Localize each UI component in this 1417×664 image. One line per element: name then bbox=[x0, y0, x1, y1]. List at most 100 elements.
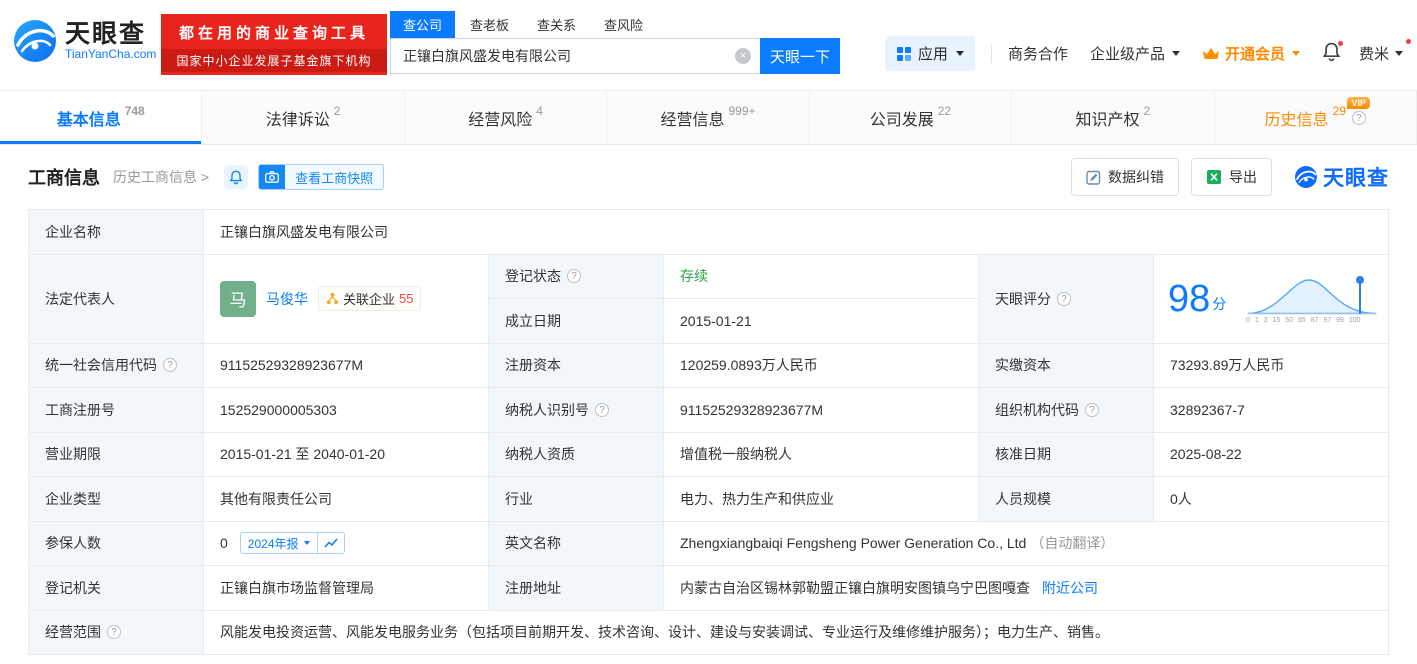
value-paid-in-capital: 73293.89万人民币 bbox=[1154, 343, 1389, 388]
tab-operating-info[interactable]: 经营信息 999+ bbox=[607, 91, 810, 144]
search-tabs: 查公司 查老板 查关系 查风险 bbox=[390, 11, 840, 38]
status-badge: 存续 bbox=[680, 268, 708, 285]
nearby-companies-link[interactable]: 附近公司 bbox=[1042, 578, 1098, 598]
chevron-down-icon bbox=[955, 51, 964, 56]
score-curve-icon bbox=[1247, 275, 1377, 314]
user-menu[interactable]: 费米 bbox=[1358, 38, 1412, 64]
subscribe-bell[interactable] bbox=[224, 165, 249, 189]
insured-number: 0 bbox=[220, 535, 228, 552]
value-business-term: 2015-01-21 至 2040-01-20 bbox=[204, 432, 489, 477]
label-business-term: 营业期限 bbox=[29, 432, 204, 477]
tianyancha-logo-icon bbox=[1295, 166, 1317, 188]
legal-rep-name-link[interactable]: 马俊华 bbox=[266, 289, 308, 309]
tab-count: 999+ bbox=[728, 103, 756, 118]
label-organization-code: 组织机构代码 bbox=[979, 388, 1154, 433]
annual-report-link[interactable]: 2024年报 bbox=[241, 535, 317, 552]
value-registered-address: 内蒙古自治区锡林郭勒盟正镶白旗明安图镇乌宁巴图嘎查 附近公司 bbox=[664, 566, 1389, 611]
data-correction-button[interactable]: 数据纠错 bbox=[1071, 158, 1179, 196]
business-snapshot-button[interactable]: 查看工商快照 bbox=[258, 164, 385, 190]
help-icon[interactable] bbox=[567, 269, 581, 284]
value-registration-number: 152529000005303 bbox=[204, 388, 489, 433]
legal-rep-avatar[interactable]: 马 bbox=[220, 280, 256, 317]
tab-label: 知识产权 bbox=[1075, 111, 1140, 129]
open-vip-label: 开通会员 bbox=[1224, 46, 1285, 63]
search-tab-risk[interactable]: 查风险 bbox=[591, 11, 656, 38]
company-section-tabs: 基本信息 748 法律诉讼 2 经营风险 4 经营信息 999+ 公司发展 22… bbox=[0, 90, 1417, 145]
search-tab-boss[interactable]: 查老板 bbox=[457, 11, 522, 38]
clear-icon[interactable] bbox=[735, 48, 751, 64]
value-staff-size: 0人 bbox=[1154, 477, 1389, 522]
snapshot-button-label: 查看工商快照 bbox=[295, 170, 374, 186]
score-number: 98 bbox=[1168, 277, 1211, 320]
score-unit: 分 bbox=[1212, 295, 1227, 312]
english-name: Zhengxiangbaiqi Fengsheng Power Generati… bbox=[680, 535, 1027, 552]
tab-label: 基本信息 bbox=[56, 111, 121, 129]
help-icon[interactable] bbox=[1351, 110, 1366, 125]
search-area: 查公司 查老板 查关系 查风险 天眼一下 bbox=[390, 11, 840, 74]
label-english-name: 英文名称 bbox=[489, 521, 664, 566]
label-legal-representative: 法定代表人 bbox=[29, 254, 204, 344]
label-staff-size: 人员规模 bbox=[979, 477, 1154, 522]
help-icon[interactable] bbox=[1057, 291, 1071, 306]
label-registered-address: 注册地址 bbox=[489, 566, 664, 611]
tab-operating-risk[interactable]: 经营风险 4 bbox=[405, 91, 608, 144]
apps-grid-icon bbox=[896, 46, 911, 61]
chevron-down-icon bbox=[303, 541, 310, 546]
related-companies-badge[interactable]: 关联企业 55 bbox=[318, 286, 422, 311]
help-icon[interactable] bbox=[595, 402, 609, 417]
related-companies-icon bbox=[326, 292, 339, 305]
search-input[interactable] bbox=[391, 39, 760, 73]
tab-basic-info[interactable]: 基本信息 748 bbox=[0, 91, 203, 144]
search-button[interactable]: 天眼一下 bbox=[760, 38, 840, 74]
slogan-line2: 国家中小企业发展子基金旗下机构 bbox=[161, 49, 387, 72]
tab-count: 2 bbox=[1143, 103, 1151, 118]
logo-domain: TianYanCha.com bbox=[65, 47, 157, 62]
value-industry: 电力、热力生产和供应业 bbox=[664, 477, 979, 522]
label-taxpayer-id: 纳税人识别号 bbox=[489, 388, 664, 433]
tab-legal-proceedings[interactable]: 法律诉讼 2 bbox=[202, 91, 405, 144]
search-tab-relation[interactable]: 查关系 bbox=[524, 11, 589, 38]
value-company-name: 正镶白旗风盛发电有限公司 bbox=[204, 210, 1389, 255]
label-approval-date: 核准日期 bbox=[979, 432, 1154, 477]
label-credit-code: 统一社会信用代码 bbox=[29, 343, 204, 388]
apps-menu[interactable]: 应用 bbox=[884, 36, 975, 71]
tab-company-development[interactable]: 公司发展 22 bbox=[810, 91, 1013, 144]
tab-intellectual-property[interactable]: 知识产权 2 bbox=[1012, 91, 1215, 144]
nav-cooperation[interactable]: 商务合作 bbox=[1008, 43, 1068, 64]
nav-enterprise-products[interactable]: 企业级产品 bbox=[1090, 43, 1180, 64]
tab-history-info[interactable]: VIP 历史信息 29 bbox=[1215, 91, 1417, 144]
notification-bell[interactable] bbox=[1322, 39, 1344, 66]
tab-label: 历史信息 bbox=[1264, 111, 1329, 129]
label-business-scope: 经营范围 bbox=[29, 610, 204, 655]
nav-divider bbox=[990, 44, 992, 63]
export-button-label: 导出 bbox=[1229, 169, 1257, 185]
value-taxpayer-id: 91152529328923677M bbox=[664, 388, 979, 433]
tab-count: 2 bbox=[333, 103, 341, 118]
help-icon[interactable] bbox=[107, 625, 121, 640]
value-registration-authority: 正镶白旗市场监督管理局 bbox=[204, 566, 489, 611]
search-tab-company[interactable]: 查公司 bbox=[390, 11, 456, 38]
annual-report-control: 2024年报 bbox=[239, 532, 345, 555]
enterprise-products-label: 企业级产品 bbox=[1089, 46, 1165, 63]
registered-address: 内蒙古自治区锡林郭勒盟正镶白旗明安图镇乌宁巴图嘎查 bbox=[680, 579, 1030, 596]
value-business-scope: 风能发电投资运营、风能发电服务业务（包括项目前期开发、技术咨询、设计、建设与安装… bbox=[204, 610, 1389, 655]
username: 费米 bbox=[1358, 46, 1389, 63]
label-taxpayer-qualification: 纳税人资质 bbox=[489, 432, 664, 477]
nav-open-vip[interactable]: 开通会员 bbox=[1202, 43, 1300, 64]
help-icon[interactable] bbox=[1085, 402, 1099, 417]
help-icon[interactable] bbox=[163, 358, 177, 373]
export-button[interactable]: 导出 bbox=[1191, 158, 1272, 196]
top-header: 天眼查 TianYanCha.com 都在用的商业查询工具 国家中小企业发展子基… bbox=[0, 0, 1417, 90]
apps-label: 应用 bbox=[917, 46, 948, 63]
tab-label: 经营风险 bbox=[468, 111, 533, 129]
insured-trend-button[interactable] bbox=[318, 537, 344, 549]
tianyancha-logo[interactable]: 天眼查 TianYanCha.com bbox=[12, 18, 156, 64]
auto-translate-note: （自动翻译） bbox=[1030, 535, 1115, 552]
slogan-banner: 都在用的商业查询工具 国家中小企业发展子基金旗下机构 bbox=[161, 14, 387, 75]
related-companies-count: 55 bbox=[399, 291, 414, 306]
history-business-info-link[interactable]: 历史工商信息 > bbox=[113, 167, 209, 187]
header-nav: 应用 商务合作 企业级产品 开通会员 费米 bbox=[884, 36, 1412, 71]
label-insured-count: 参保人数 bbox=[29, 521, 204, 566]
label-company-type: 企业类型 bbox=[29, 477, 204, 522]
camera-icon bbox=[259, 165, 286, 189]
